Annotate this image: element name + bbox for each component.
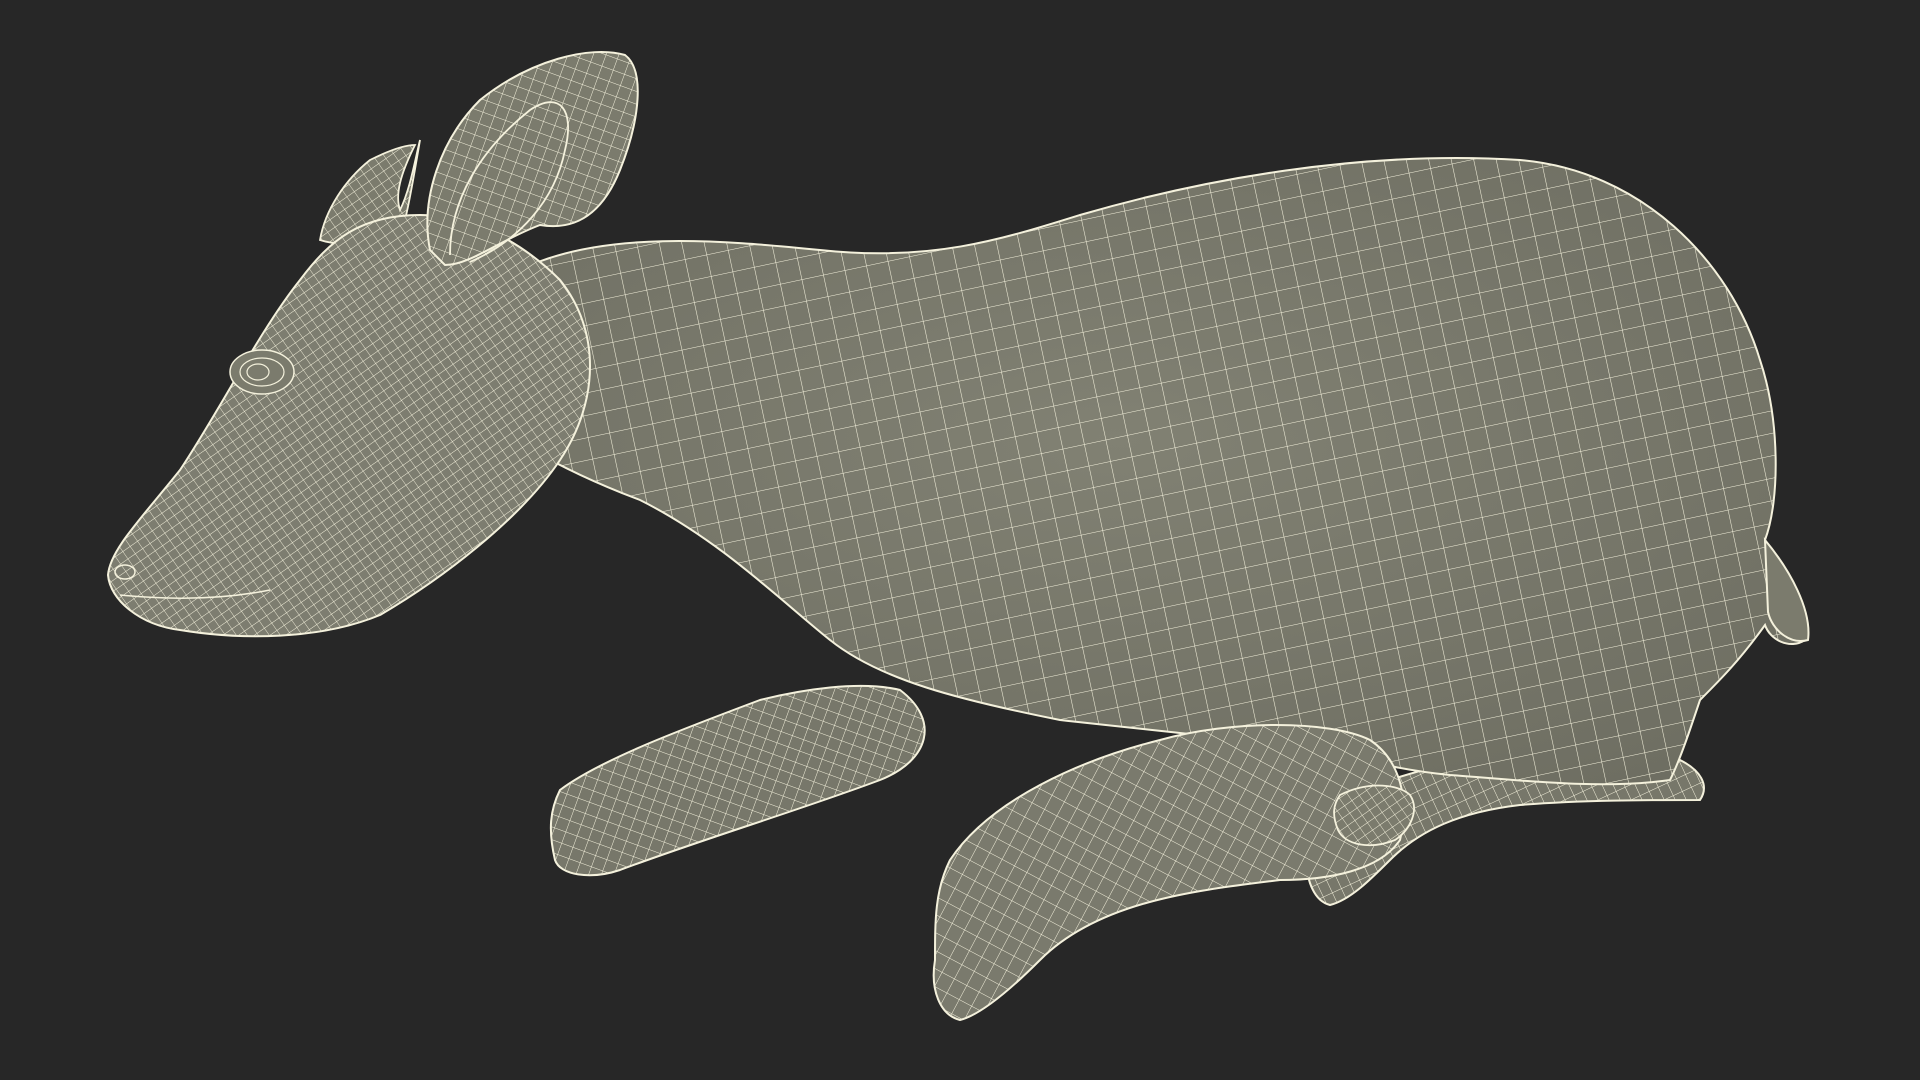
right-foreleg (932, 724, 1405, 1021)
torso (433, 157, 1807, 786)
left-foreleg (549, 684, 926, 877)
wireframe-model (107, 51, 1810, 1021)
render-viewport (0, 0, 1920, 1080)
eye (229, 349, 295, 395)
head (107, 214, 591, 638)
